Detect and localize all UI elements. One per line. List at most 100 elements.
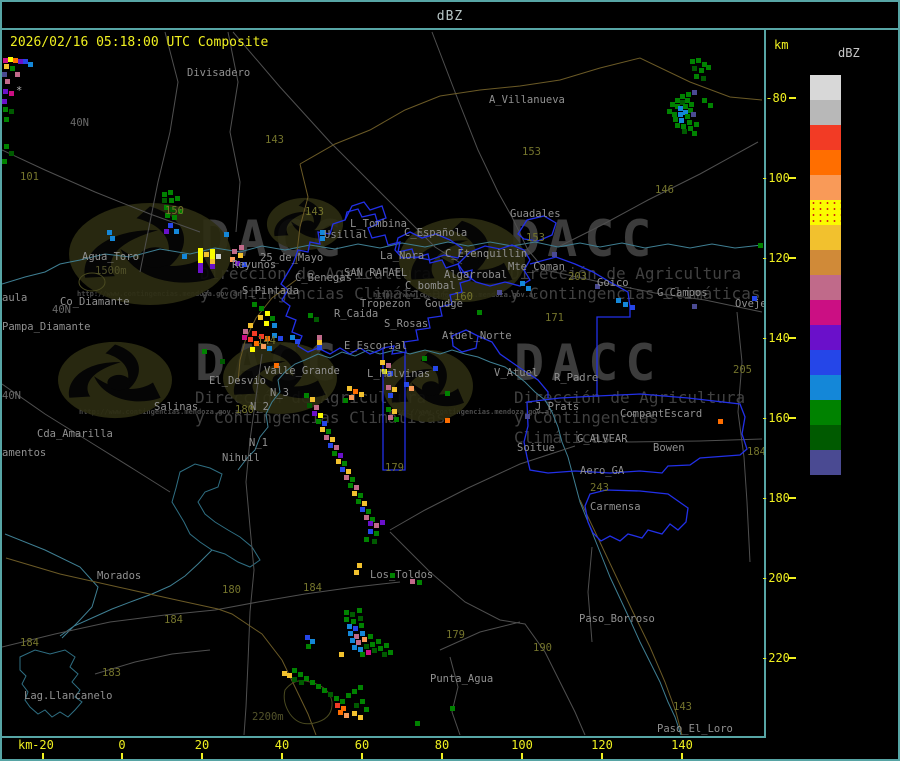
place-label: Paso_El_Loro bbox=[657, 723, 733, 735]
right-axis-tick-label: -180 bbox=[761, 491, 790, 505]
road-number-label: 184 bbox=[747, 446, 766, 458]
road-number-label: 153 bbox=[522, 146, 541, 158]
place-label: G_Campos bbox=[657, 287, 708, 299]
road-number-label: 205 bbox=[733, 364, 752, 376]
place-label: Atuel_Norte bbox=[442, 330, 512, 342]
road-number-label: 153 bbox=[526, 232, 545, 244]
road-number-label: 150 bbox=[165, 205, 184, 217]
road-number-label: 203 bbox=[568, 271, 587, 283]
place-label: CompantEscard bbox=[620, 408, 703, 420]
road-number-label: 179 bbox=[385, 462, 404, 474]
place-label: Valle_Grande bbox=[264, 365, 340, 377]
bottom-axis-tick-label: 80 bbox=[434, 738, 450, 752]
latitude-label: 40N bbox=[70, 117, 89, 129]
place-label: amentos bbox=[2, 447, 47, 459]
place-label: Guadales bbox=[510, 208, 561, 220]
timestamp: 2026/02/16 05:18:00 UTC Composite bbox=[10, 35, 269, 50]
place-label: C_bombal bbox=[405, 280, 456, 292]
legend-swatches bbox=[810, 75, 841, 475]
place-label: Nihuil bbox=[222, 452, 260, 464]
road-number-label: 190 bbox=[533, 642, 552, 654]
place-label: Lag.Llancanelo bbox=[24, 690, 113, 702]
place-label: N_1 bbox=[249, 437, 268, 449]
road-number-label: 179 bbox=[446, 629, 465, 641]
place-label: E_Escorial bbox=[344, 340, 408, 352]
legend-swatch bbox=[810, 275, 841, 300]
right-axis-tick-label: -100 bbox=[761, 171, 790, 185]
window-title: dBZ bbox=[436, 9, 464, 24]
bottom-axis-tick-label: 60 bbox=[354, 738, 370, 752]
latitude-label: 40N bbox=[52, 304, 71, 316]
place-label: A_Villanueva bbox=[489, 94, 565, 106]
legend-swatch bbox=[810, 125, 841, 150]
legend-swatch bbox=[810, 350, 841, 375]
right-axis-tick bbox=[789, 577, 796, 579]
bottom-axis-tick bbox=[281, 753, 283, 759]
place-label: SAN_RAFAEL bbox=[344, 267, 408, 279]
place-label: Soitue bbox=[517, 442, 555, 454]
right-axis-tick bbox=[789, 417, 796, 419]
legend-swatch bbox=[810, 100, 841, 125]
bottom-axis-tick bbox=[521, 753, 523, 759]
place-label: V_Atuel bbox=[494, 367, 539, 379]
map-marker: * bbox=[16, 85, 23, 97]
road-number-label: 143 bbox=[673, 701, 692, 713]
bottom-axis-tick bbox=[681, 753, 683, 759]
place-label: L_Malvinas bbox=[367, 368, 431, 380]
bottom-axis-tick bbox=[601, 753, 603, 759]
bottom-axis-tick bbox=[42, 753, 44, 759]
legend-title: dBZ bbox=[838, 46, 860, 60]
bottom-axis-tick-label: 0 bbox=[118, 738, 126, 752]
place-label: Los_Toldos bbox=[370, 569, 434, 581]
right-axis-tick bbox=[789, 177, 796, 179]
place-label: Ovejeria bbox=[735, 298, 766, 310]
latitude-label: 40N bbox=[2, 390, 21, 402]
place-label: N_3 bbox=[270, 387, 289, 399]
right-axis-tick-label: -220 bbox=[761, 651, 790, 665]
bottom-axis-tick-label: 140 bbox=[671, 738, 693, 752]
place-label: C_Española bbox=[404, 227, 468, 239]
place-label: La_Nora bbox=[380, 250, 425, 262]
place-label: Cda_Amarilla bbox=[37, 428, 113, 440]
right-axis-tick-label: -200 bbox=[761, 571, 790, 585]
right-axis-tick-label: -140 bbox=[761, 331, 790, 345]
bottom-axis-tick bbox=[201, 753, 203, 759]
bottom-axis-tick bbox=[361, 753, 363, 759]
legend-swatch bbox=[810, 450, 841, 475]
road-number-label: 243 bbox=[590, 482, 609, 494]
road-number-label: 171 bbox=[545, 312, 564, 324]
place-label: R_Padre bbox=[554, 372, 599, 384]
legend-swatch bbox=[810, 200, 841, 225]
road-number-label: 183 bbox=[102, 667, 121, 679]
bottom-axis-tick-label: 20 bbox=[194, 738, 210, 752]
road-number-label: 184 bbox=[164, 614, 183, 626]
legend-swatch bbox=[810, 250, 841, 275]
place-label: Mte_Coman bbox=[508, 261, 565, 273]
bottom-axis-unit: km bbox=[18, 738, 33, 752]
place-label: Paso_Borroso bbox=[579, 613, 655, 625]
place-label: Agua_Toro bbox=[82, 251, 139, 263]
radar-map: DACCDirección de Agriculturay Contingenc… bbox=[2, 30, 766, 738]
place-label: Reyunos bbox=[232, 259, 277, 271]
elevation-label: 2200m bbox=[252, 711, 284, 723]
road-number-label: 146 bbox=[655, 184, 674, 196]
bottom-axis-tick-label: 100 bbox=[511, 738, 533, 752]
road-number-label: 184 bbox=[303, 582, 322, 594]
place-label: Divisadero bbox=[187, 67, 251, 79]
place-label: aula bbox=[2, 292, 28, 304]
place-label: L_Tombina bbox=[350, 218, 407, 230]
bottom-axis-tick-label: -20 bbox=[32, 738, 54, 752]
place-label: Aero_GA bbox=[580, 465, 625, 477]
bottom-axis-tick-label: 120 bbox=[591, 738, 613, 752]
place-label: R_Caida bbox=[334, 308, 379, 320]
legend-swatch bbox=[810, 75, 841, 100]
road-number-label: 180 bbox=[222, 584, 241, 596]
right-axis-tick bbox=[789, 97, 796, 99]
elevation-label: 1500m bbox=[95, 265, 127, 277]
road-number-label: 143 bbox=[265, 134, 284, 146]
place-label: C_Benegas bbox=[295, 272, 352, 284]
road-number-label: 184 bbox=[20, 637, 39, 649]
road-number-label: 144 bbox=[257, 335, 276, 347]
right-axis-tick-label: -120 bbox=[761, 251, 790, 265]
place-label: S_Pintada bbox=[242, 285, 299, 297]
